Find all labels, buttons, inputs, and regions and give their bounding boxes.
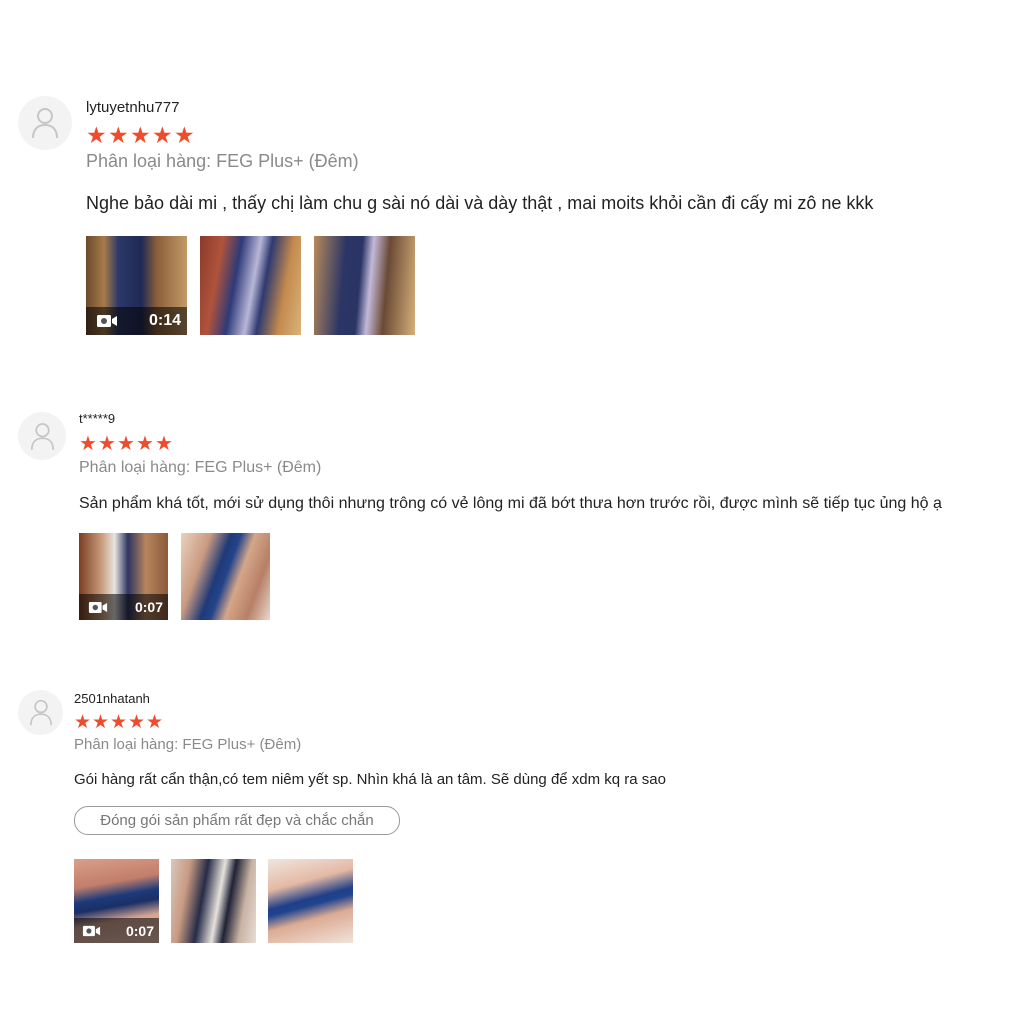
product-variant: Phân loại hàng: FEG Plus+ (Đêm) [74,736,302,753]
product-variant: Phân loại hàng: FEG Plus+ (Đêm) [86,151,359,171]
image-thumbnail[interactable] [181,533,270,620]
user-silhouette-icon [29,699,52,726]
review-media: 0:07 [74,859,365,943]
video-camera-icon [88,601,108,613]
video-overlay: 0:07 [79,594,168,620]
reviewer-username[interactable]: t*****9 [79,411,115,426]
star-icon: ★ [146,712,164,733]
avatar[interactable] [18,412,66,460]
star-rating: ★ ★ ★ ★ ★ [86,124,196,147]
review-comment: Gói hàng rất cẩn thận,có tem niêm yết sp… [74,771,666,788]
star-rating: ★ ★ ★ ★ ★ [79,434,174,454]
video-camera-icon [82,925,101,936]
avatar[interactable] [18,690,63,735]
star-icon: ★ [98,433,116,455]
video-thumbnail[interactable]: 0:07 [79,533,168,620]
video-thumbnail[interactable]: 0:07 [74,859,159,943]
star-icon: ★ [86,122,107,148]
review-comment: Sản phẩm khá tốt, mới sử dụng thôi nhưng… [79,495,942,512]
video-duration: 0:07 [134,599,163,615]
image-thumbnail[interactable] [200,236,301,335]
image-thumbnail[interactable] [171,859,256,943]
user-silhouette-icon [32,108,58,139]
video-overlay: 0:07 [74,918,159,943]
video-duration: 0:07 [125,922,154,939]
review-comment: Nghe bảo dài mi , thấy chị làm chu g sài… [86,193,874,213]
reviewer-username[interactable]: 2501nhatanh [74,691,150,706]
avatar[interactable] [18,96,72,150]
star-icon: ★ [74,712,92,733]
star-icon: ★ [152,122,173,148]
star-icon: ★ [128,712,146,733]
video-overlay: 0:14 [86,307,187,335]
star-icon: ★ [108,122,129,148]
video-thumbnail[interactable]: 0:14 [86,236,187,335]
star-icon: ★ [79,433,97,455]
review-media: 0:07 [79,533,283,620]
star-icon: ★ [110,712,128,733]
video-duration: 0:14 [148,312,181,329]
star-icon: ★ [117,433,135,455]
star-rating: ★ ★ ★ ★ ★ [74,713,164,732]
star-icon: ★ [155,433,173,455]
star-icon: ★ [130,122,151,148]
image-thumbnail[interactable] [268,859,353,943]
user-silhouette-icon [30,422,54,450]
review-tag: Đóng gói sản phẩm rất đẹp và chắc chắn [74,806,400,835]
reviewer-username[interactable]: lytuyetnhu777 [86,99,179,116]
star-icon: ★ [136,433,154,455]
video-camera-icon [97,315,117,327]
star-icon: ★ [92,712,110,733]
star-icon: ★ [174,122,195,148]
product-variant: Phân loại hàng: FEG Plus+ (Đêm) [79,459,322,476]
image-thumbnail[interactable] [314,236,415,335]
review-media: 0:14 [86,236,428,335]
